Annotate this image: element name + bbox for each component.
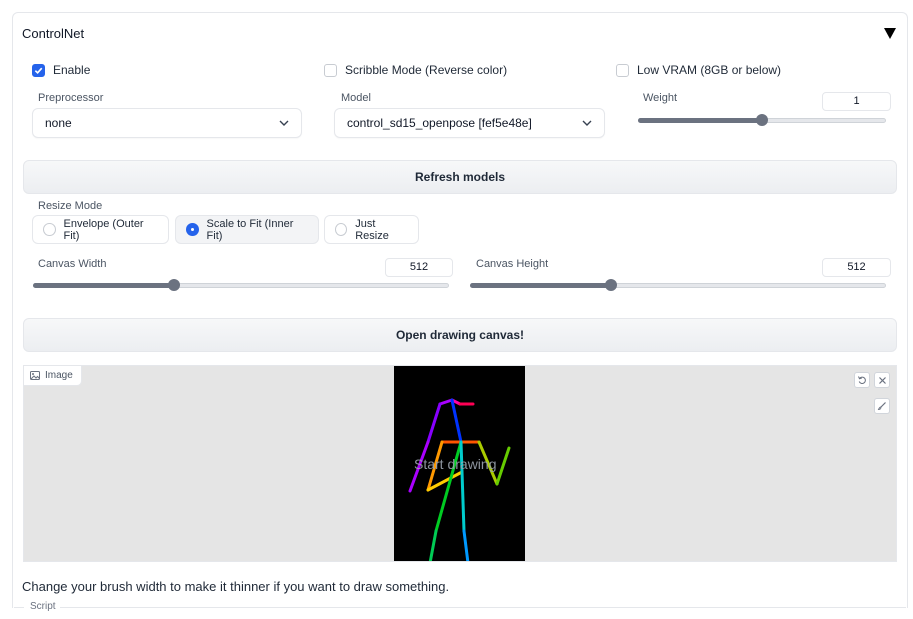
image-input-area[interactable]: Image Start drawing [23, 365, 897, 562]
preprocessor-label: Preprocessor [38, 92, 104, 104]
enable-label: Enable [53, 63, 91, 77]
low-vram-label: Low VRAM (8GB or below) [637, 63, 782, 77]
radio-envelope-outer-fit[interactable]: Envelope (Outer Fit) [32, 215, 169, 244]
canvas-height-label: Canvas Height [476, 258, 549, 270]
radio-just-resize[interactable]: Just Resize [324, 215, 419, 244]
radio-label: Envelope (Outer Fit) [63, 217, 144, 242]
divider [14, 607, 24, 608]
slider-thumb[interactable] [168, 279, 181, 291]
brush-icon[interactable] [874, 398, 890, 414]
enable-checkbox[interactable]: Enable [32, 63, 90, 77]
start-drawing-text: Start drawing [414, 456, 497, 472]
checkbox-unchecked-icon[interactable] [616, 63, 629, 77]
radio-label: Just Resize [355, 217, 389, 242]
slider-fill [638, 118, 762, 123]
canvas-width-slider[interactable] [33, 278, 449, 292]
canvas-height-slider[interactable] [470, 278, 886, 292]
image-icon [30, 371, 40, 380]
brush-hint-text: Change your brush width to make it thinn… [22, 579, 450, 594]
preprocessor-value: none [45, 116, 72, 130]
model-label: Model [341, 92, 371, 104]
script-label[interactable]: Script [26, 601, 60, 612]
chevron-down-icon [279, 120, 289, 126]
canvas-height-input[interactable]: 512 [822, 258, 891, 277]
image-tag-label: Image [45, 370, 73, 381]
weight-number-input[interactable]: 1 [822, 92, 891, 111]
scribble-mode-label: Scribble Mode (Reverse color) [345, 63, 508, 77]
divider [60, 607, 906, 608]
slider-thumb[interactable] [756, 114, 768, 126]
close-icon[interactable] [874, 372, 890, 388]
low-vram-checkbox[interactable]: Low VRAM (8GB or below) [616, 63, 781, 77]
model-select[interactable]: control_sd15_openpose [fef5e48e] [334, 108, 605, 138]
weight-slider[interactable] [638, 113, 886, 127]
radio-label: Scale to Fit (Inner Fit) [206, 217, 294, 242]
radio-unselected-icon[interactable] [43, 223, 56, 236]
model-value: control_sd15_openpose [fef5e48e] [347, 116, 532, 130]
slider-thumb[interactable] [605, 279, 618, 291]
radio-selected-icon[interactable] [186, 223, 199, 236]
resize-mode-label: Resize Mode [38, 200, 103, 212]
checkbox-checked-icon[interactable] [32, 63, 45, 77]
weight-label: Weight [643, 92, 678, 104]
preprocessor-select[interactable]: none [32, 108, 302, 138]
scribble-mode-checkbox[interactable]: Scribble Mode (Reverse color) [324, 63, 507, 77]
radio-unselected-icon[interactable] [335, 223, 348, 236]
slider-fill [33, 283, 175, 288]
collapse-triangle-icon[interactable] [884, 28, 896, 39]
open-drawing-canvas-button[interactable]: Open drawing canvas! [23, 318, 897, 352]
refresh-models-button[interactable]: Refresh models [23, 160, 897, 194]
chevron-down-icon [582, 120, 592, 126]
image-tag: Image [24, 366, 82, 386]
undo-icon[interactable] [854, 372, 870, 388]
canvas-width-input[interactable]: 512 [385, 258, 453, 277]
slider-fill [470, 283, 612, 288]
radio-scale-to-fit-inner-fit[interactable]: Scale to Fit (Inner Fit) [175, 215, 319, 244]
panel-title[interactable]: ControlNet [22, 26, 84, 41]
checkbox-unchecked-icon[interactable] [324, 63, 337, 77]
canvas-width-label: Canvas Width [38, 258, 107, 270]
